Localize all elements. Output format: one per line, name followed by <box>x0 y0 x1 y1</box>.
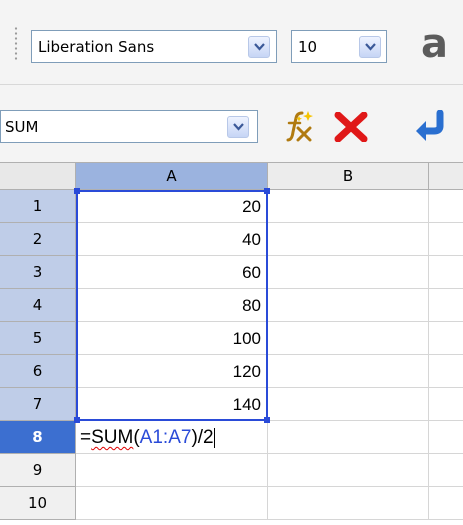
select-all-corner[interactable] <box>0 163 76 190</box>
formula-range-reference: A1:A7 <box>139 427 192 448</box>
cell-c5[interactable] <box>429 322 463 355</box>
spreadsheet-grid: A B 1 2 3 4 5 6 7 8 9 10 20 40 60 80 100… <box>0 163 463 525</box>
font-name-combo[interactable]: Liberation Sans <box>31 30 277 63</box>
cell-c9[interactable] <box>429 454 463 487</box>
cell-c7[interactable] <box>429 388 463 421</box>
formatting-toolbar: Liberation Sans 10 a <box>0 0 463 84</box>
formula-suffix: )/2 <box>191 427 214 448</box>
cell-b2[interactable] <box>268 223 429 256</box>
cell-b5[interactable] <box>268 322 429 355</box>
row-header-7[interactable]: 7 <box>0 388 76 421</box>
cell-c6[interactable] <box>429 355 463 388</box>
font-size-combo[interactable]: 10 <box>291 30 387 63</box>
name-box-dropdown-button[interactable] <box>227 116 249 138</box>
cell-b8[interactable] <box>268 421 429 454</box>
accept-icon[interactable] <box>412 110 463 142</box>
row-header-10[interactable]: 10 <box>0 487 76 520</box>
name-box-value: SUM <box>5 117 39 136</box>
font-name-dropdown-button[interactable] <box>248 36 270 58</box>
row-header-4[interactable]: 4 <box>0 289 76 322</box>
cell-a1[interactable]: 20 <box>76 190 268 223</box>
cell-c8[interactable] <box>429 421 463 454</box>
cell-a7[interactable]: 140 <box>76 388 268 421</box>
cell-a3[interactable]: 60 <box>76 256 268 289</box>
cell-b10[interactable] <box>268 487 429 520</box>
row-header-1[interactable]: 1 <box>0 190 76 223</box>
text-cursor <box>213 427 215 448</box>
cell-a5[interactable]: 100 <box>76 322 268 355</box>
row-header-6[interactable]: 6 <box>0 355 76 388</box>
cell-b3[interactable] <box>268 256 429 289</box>
chevron-down-icon <box>233 123 244 131</box>
cell-a4[interactable]: 80 <box>76 289 268 322</box>
formula-bar: SUM <box>0 85 463 162</box>
cell-a6[interactable]: 120 <box>76 355 268 388</box>
formula-function-name: SUM <box>91 427 134 448</box>
cell-c4[interactable] <box>429 289 463 322</box>
cell-c2[interactable] <box>429 223 463 256</box>
font-size-dropdown-button[interactable] <box>359 36 381 58</box>
cell-c10[interactable] <box>429 487 463 520</box>
column-header-a[interactable]: A <box>76 163 268 190</box>
cell-c3[interactable] <box>429 256 463 289</box>
font-name-value: Liberation Sans <box>38 37 155 56</box>
cell-a2[interactable]: 40 <box>76 223 268 256</box>
cell-b6[interactable] <box>268 355 429 388</box>
row-header-8[interactable]: 8 <box>0 421 76 454</box>
cell-a10[interactable] <box>76 487 268 520</box>
cell-b9[interactable] <box>268 454 429 487</box>
row-header-2[interactable]: 2 <box>0 223 76 256</box>
chevron-down-icon <box>365 43 376 51</box>
row-header-9[interactable]: 9 <box>0 454 76 487</box>
column-header-b[interactable]: B <box>268 163 429 190</box>
cell-c1[interactable] <box>429 190 463 223</box>
row-header-3[interactable]: 3 <box>0 256 76 289</box>
name-box[interactable]: SUM <box>0 110 258 143</box>
cell-b7[interactable] <box>268 388 429 421</box>
cancel-icon[interactable] <box>334 112 368 142</box>
cell-a8-formula-editor[interactable]: =SUM(A1:A7)/2 <box>80 427 215 449</box>
formula-prefix: = <box>80 427 92 448</box>
cell-a9[interactable] <box>76 454 268 487</box>
toolbar-grip[interactable] <box>14 26 18 62</box>
font-size-value: 10 <box>298 37 318 56</box>
column-header-c[interactable] <box>429 163 463 190</box>
cell-b1[interactable] <box>268 190 429 223</box>
function-wizard-icon[interactable] <box>280 110 316 142</box>
font-color-icon[interactable]: a <box>421 26 463 66</box>
cell-b4[interactable] <box>268 289 429 322</box>
chevron-down-icon <box>254 43 265 51</box>
row-header-5[interactable]: 5 <box>0 322 76 355</box>
